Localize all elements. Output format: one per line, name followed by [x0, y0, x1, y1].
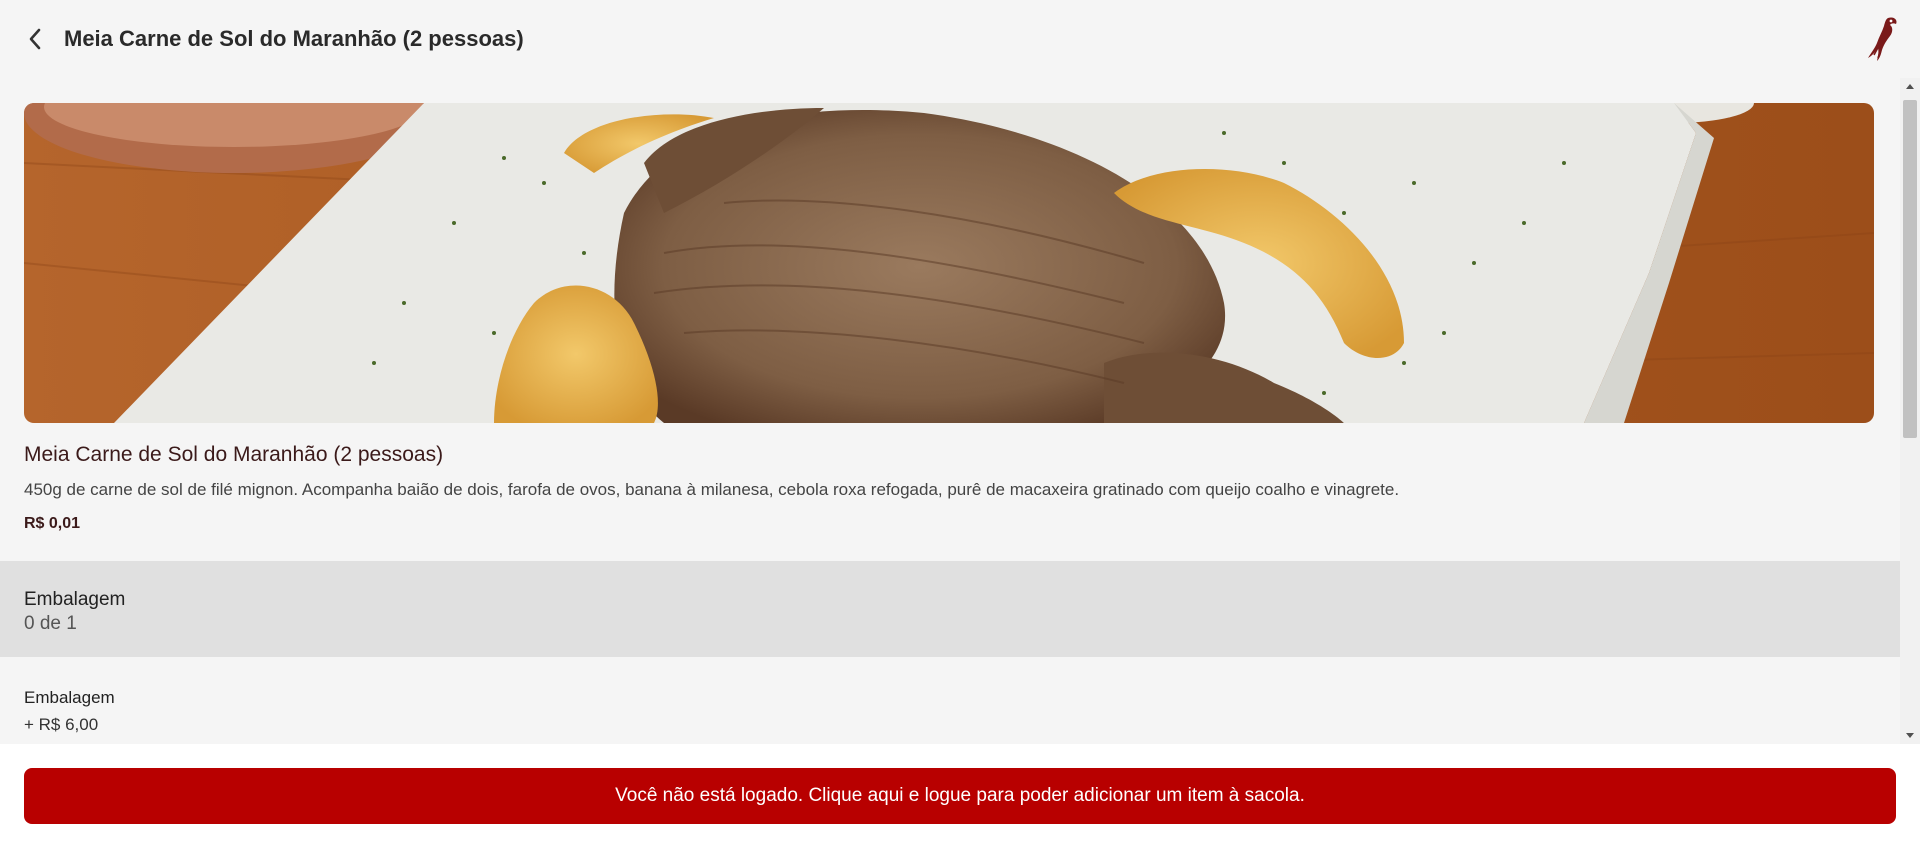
login-prompt-button[interactable]: Você não está logado. Clique aqui e logu…: [24, 768, 1896, 824]
product-image: [24, 103, 1874, 423]
product-name: Meia Carne de Sol do Maranhão (2 pessoas…: [24, 443, 444, 466]
option-price: + R$ 6,00: [24, 715, 99, 734]
top-bar: Meia Carne de Sol do Maranhão (2 pessoas…: [0, 0, 1920, 78]
option-name: Embalagem: [24, 688, 115, 707]
triangle-up-icon: [1906, 84, 1914, 89]
option-item-embalagem[interactable]: Embalagem + R$ 6,00: [0, 657, 1900, 744]
option-group-count: 0 de 1: [24, 613, 77, 634]
triangle-down-icon: [1906, 733, 1914, 738]
scroll-thumb[interactable]: [1903, 100, 1917, 438]
scroll-up-button[interactable]: [1900, 78, 1920, 94]
product-content[interactable]: Meia Carne de Sol do Maranhão (2 pessoas…: [0, 78, 1900, 744]
vertical-scrollbar[interactable]: [1900, 78, 1920, 744]
option-group-title: Embalagem: [24, 589, 126, 610]
option-group-header: Embalagem 0 de 1: [0, 561, 1900, 657]
product-description: 450g de carne de sol de filé mignon. Aco…: [24, 480, 1400, 499]
back-button[interactable]: [22, 25, 48, 53]
bird-logo: [1860, 14, 1900, 64]
product-price: R$ 0,01: [24, 515, 81, 532]
footer-bar: Você não está logado. Clique aqui e logu…: [0, 744, 1920, 847]
chevron-left-icon: [29, 28, 41, 50]
scroll-down-button[interactable]: [1900, 728, 1920, 744]
page-title: Meia Carne de Sol do Maranhão (2 pessoas…: [64, 26, 524, 51]
